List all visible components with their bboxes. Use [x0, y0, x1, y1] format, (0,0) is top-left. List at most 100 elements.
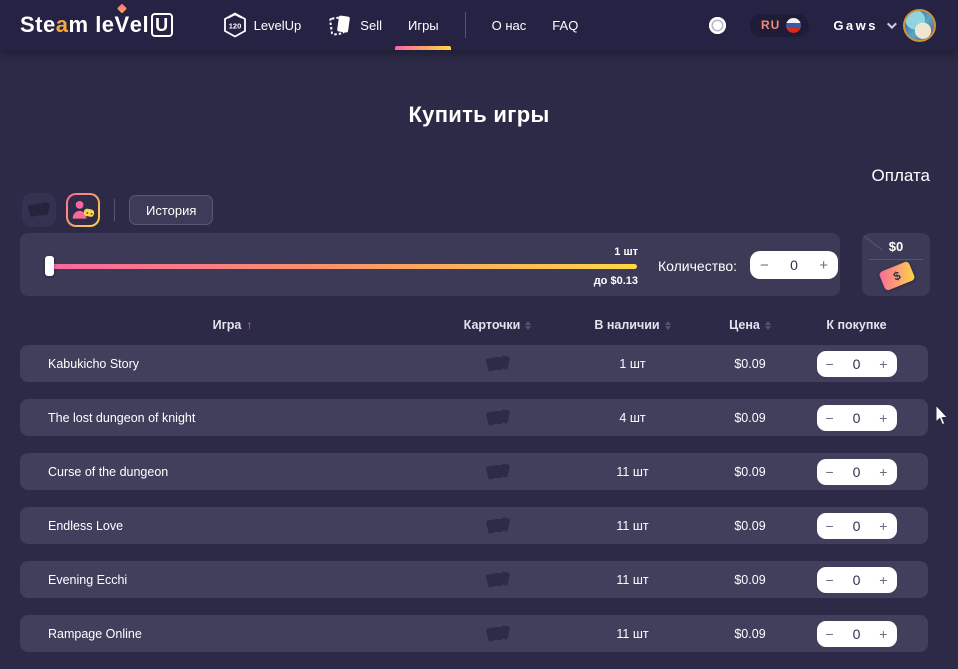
- toggle-divider: [114, 199, 115, 221]
- quantity-slider-track[interactable]: [50, 264, 637, 269]
- view-toggles: История: [22, 193, 213, 227]
- levelup-badge-icon: 120: [223, 12, 247, 38]
- nav-item-levelup[interactable]: 120 LevelUp: [223, 0, 302, 50]
- quantity-value: 0: [853, 410, 861, 426]
- row-quantity-stepper[interactable]: −0 +: [817, 405, 897, 431]
- column-stock[interactable]: В наличии: [550, 318, 715, 332]
- sort-asc-icon: ↑: [246, 318, 252, 332]
- row-quantity-stepper[interactable]: −0+: [817, 351, 897, 377]
- nav-item-games[interactable]: Игры: [408, 0, 439, 50]
- sell-cards-icon: [327, 12, 353, 38]
- page-title: Купить игры: [0, 102, 958, 128]
- stock-value: 11 шт: [550, 573, 715, 587]
- price-value: $0.09: [715, 411, 785, 425]
- nav-item-faq[interactable]: FAQ: [552, 0, 578, 50]
- row-quantity-stepper[interactable]: −0+: [817, 567, 897, 593]
- active-tab-underline: [395, 46, 451, 50]
- row-quantity-stepper[interactable]: −0+: [817, 513, 897, 539]
- purchase-panel: 1 шт до $0.13 Количество: − 0 +: [20, 233, 840, 296]
- stock-value: 11 шт: [550, 519, 715, 533]
- minus-button[interactable]: −: [817, 357, 843, 371]
- sort-icon: [525, 321, 531, 330]
- stock-value: 11 шт: [550, 465, 715, 479]
- quantity-stepper[interactable]: − 0 +: [750, 251, 838, 279]
- game-name: Endless Love: [20, 519, 445, 533]
- row-quantity-stepper[interactable]: −0 +: [817, 459, 897, 485]
- price-value: $0.09: [715, 627, 785, 641]
- game-name: Kabukicho Story: [20, 357, 445, 371]
- logo-u-box: U: [151, 13, 173, 37]
- minus-button[interactable]: −: [817, 627, 843, 641]
- quantity-value: 0: [853, 464, 861, 480]
- plus-button[interactable]: +: [870, 519, 896, 533]
- slider-max-label: 1 шт: [560, 246, 638, 258]
- language-code: RU: [761, 18, 780, 32]
- column-label: К покупке: [826, 318, 886, 332]
- column-label: Цена: [729, 318, 760, 332]
- plus-button[interactable]: +: [809, 258, 838, 273]
- plus-button[interactable]: +: [870, 411, 896, 425]
- game-name: Curse of the dungeon: [20, 465, 445, 479]
- row-quantity-stepper[interactable]: −0+: [817, 621, 897, 647]
- nav-label: Sell: [360, 18, 382, 33]
- game-name: The lost dungeon of knight: [20, 411, 445, 425]
- minus-button[interactable]: −: [750, 258, 779, 273]
- plus-button[interactable]: +: [870, 357, 896, 371]
- plus-button[interactable]: +: [870, 627, 896, 641]
- history-button[interactable]: История: [129, 195, 213, 225]
- theme-toggle-icon[interactable]: [709, 17, 726, 34]
- cards-icon: [485, 408, 511, 428]
- column-price[interactable]: Цена: [715, 318, 785, 332]
- price-value: $0.09: [715, 465, 785, 479]
- logo-text: Ste: [20, 12, 56, 38]
- logo-text: le: [95, 12, 114, 38]
- nav-item-about[interactable]: О нас: [492, 0, 527, 50]
- price-value: $0.09: [715, 573, 785, 587]
- minus-button[interactable]: −: [817, 573, 843, 587]
- avatar[interactable]: [903, 9, 936, 42]
- stock-value: 11 шт: [550, 627, 715, 641]
- payment-heading: Оплата: [862, 166, 930, 186]
- mouse-cursor: [934, 405, 950, 432]
- payment-panel[interactable]: $0 $: [862, 233, 930, 296]
- stock-value: 1 шт: [550, 357, 715, 371]
- minus-button[interactable]: −: [817, 519, 843, 533]
- minus-button[interactable]: −: [817, 465, 843, 479]
- plus-button[interactable]: +: [870, 573, 896, 587]
- minus-button[interactable]: −: [817, 411, 843, 425]
- nav-label: FAQ: [552, 18, 578, 33]
- table-header: Игра ↑ Карточки В наличии Цена К покупке: [20, 313, 928, 337]
- column-buy[interactable]: К покупке: [785, 318, 928, 332]
- price-ticket-icon: $: [878, 261, 915, 292]
- table-row: Evening Ecchi 11 шт $0.09 −0+: [20, 561, 928, 598]
- column-label: Игра: [213, 318, 242, 332]
- game-name: Evening Ecchi: [20, 573, 445, 587]
- logo[interactable]: Steam leVelU: [20, 12, 173, 38]
- column-cards[interactable]: Карточки: [445, 318, 550, 332]
- sort-icon: [765, 321, 771, 330]
- language-selector[interactable]: RU: [750, 14, 809, 37]
- column-game[interactable]: Игра ↑: [20, 318, 445, 332]
- quantity-slider-handle[interactable]: [45, 256, 54, 276]
- nav-label: О нас: [492, 18, 527, 33]
- chevron-down-icon: [887, 19, 897, 29]
- cards-view-button[interactable]: [22, 193, 56, 227]
- logo-text: m: [69, 12, 89, 38]
- logo-v-mark: V: [115, 12, 130, 38]
- table-row: Rampage Online 11 шт $0.09 −0+: [20, 615, 928, 652]
- table-row: Curse of the dungeon 11 шт $0.09 −0 +: [20, 453, 928, 490]
- nav-label: LevelUp: [254, 18, 302, 33]
- price-value: $0.09: [715, 519, 785, 533]
- top-header: Steam leVelU 120 LevelUp Sell Игры О нас: [0, 0, 958, 50]
- person-gamepad-icon: [70, 198, 96, 222]
- user-menu[interactable]: Gaws: [833, 9, 936, 42]
- plus-button[interactable]: +: [870, 465, 896, 479]
- games-view-button[interactable]: [66, 193, 100, 227]
- cards-icon: [485, 516, 511, 536]
- nav-item-sell[interactable]: Sell: [327, 0, 382, 50]
- main-nav: 120 LevelUp Sell Игры О нас FAQ: [223, 0, 579, 50]
- username: Gaws: [833, 18, 878, 33]
- price-value: $0.09: [715, 357, 785, 371]
- nav-divider: [465, 12, 466, 38]
- payment-divider: [869, 259, 923, 260]
